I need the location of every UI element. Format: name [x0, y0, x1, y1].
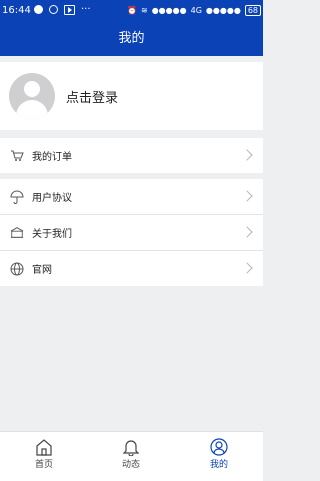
menu-item-official-site[interactable]: 官网 — [0, 251, 263, 286]
umbrella-icon — [10, 190, 24, 204]
wifi-icon: ≋ — [141, 6, 148, 15]
login-panel[interactable]: 点击登录 — [0, 62, 263, 130]
video-icon — [64, 4, 75, 15]
building-icon — [10, 226, 24, 240]
globe-icon — [10, 262, 24, 276]
signal-icon-2: ●●●●● — [205, 6, 241, 15]
tab-mine[interactable]: 我的 — [175, 432, 263, 481]
status-bar: 16:44 ··· ⏰ ≋ ●●●●● 4G ●●●●● 68 — [0, 0, 263, 22]
sync-icon — [49, 5, 58, 14]
menu-item-user-agreement[interactable]: 用户协议 — [0, 179, 263, 215]
page-title: 我的 — [118, 31, 145, 46]
menu-item-my-orders[interactable]: 我的订单 — [0, 138, 263, 173]
chevron-right-icon — [241, 190, 253, 202]
menu-group-info: 用户协议 关于我们 官网 — [0, 179, 263, 286]
network-type: 4G — [190, 6, 202, 15]
avatar-body-shape — [16, 100, 48, 119]
alarm-icon: ⏰ — [127, 6, 137, 15]
menu-item-label: 官网 — [32, 265, 52, 276]
avatar[interactable] — [9, 73, 55, 119]
menu-item-label: 用户协议 — [32, 193, 72, 204]
user-icon — [209, 438, 229, 456]
battery-icon: 68 — [244, 5, 261, 16]
menu-group-orders: 我的订单 — [0, 138, 263, 173]
battery-level: 68 — [247, 6, 258, 15]
status-notification-icons: ··· — [34, 4, 91, 15]
more-icon: ··· — [81, 4, 91, 15]
cart-icon — [10, 149, 24, 163]
login-link[interactable]: 点击登录 — [66, 87, 118, 106]
tab-label: 首页 — [34, 460, 53, 470]
menu-item-label: 我的订单 — [32, 152, 72, 163]
chevron-right-icon — [241, 149, 253, 161]
header-bar: 我的 — [0, 22, 263, 56]
avatar-head-shape — [24, 81, 40, 97]
home-icon — [34, 438, 54, 456]
bell-icon — [121, 438, 141, 457]
menu-item-label: 关于我们 — [32, 229, 72, 240]
status-time: 16:44 — [2, 5, 31, 16]
bottom-tab-bar: 首页 动态 我的 — [0, 431, 263, 481]
tab-home[interactable]: 首页 — [0, 432, 88, 481]
menu-item-about-us[interactable]: 关于我们 — [0, 215, 263, 251]
tab-label: 我的 — [209, 460, 228, 470]
message-icon — [34, 5, 43, 14]
chevron-right-icon — [241, 226, 253, 238]
tab-label: 动态 — [121, 460, 140, 470]
signal-icon: ●●●●● — [151, 6, 187, 15]
status-system-icons: ⏰ ≋ ●●●●● 4G ●●●●● 68 — [127, 5, 261, 16]
chevron-right-icon — [241, 262, 253, 274]
tab-feed[interactable]: 动态 — [87, 432, 175, 481]
